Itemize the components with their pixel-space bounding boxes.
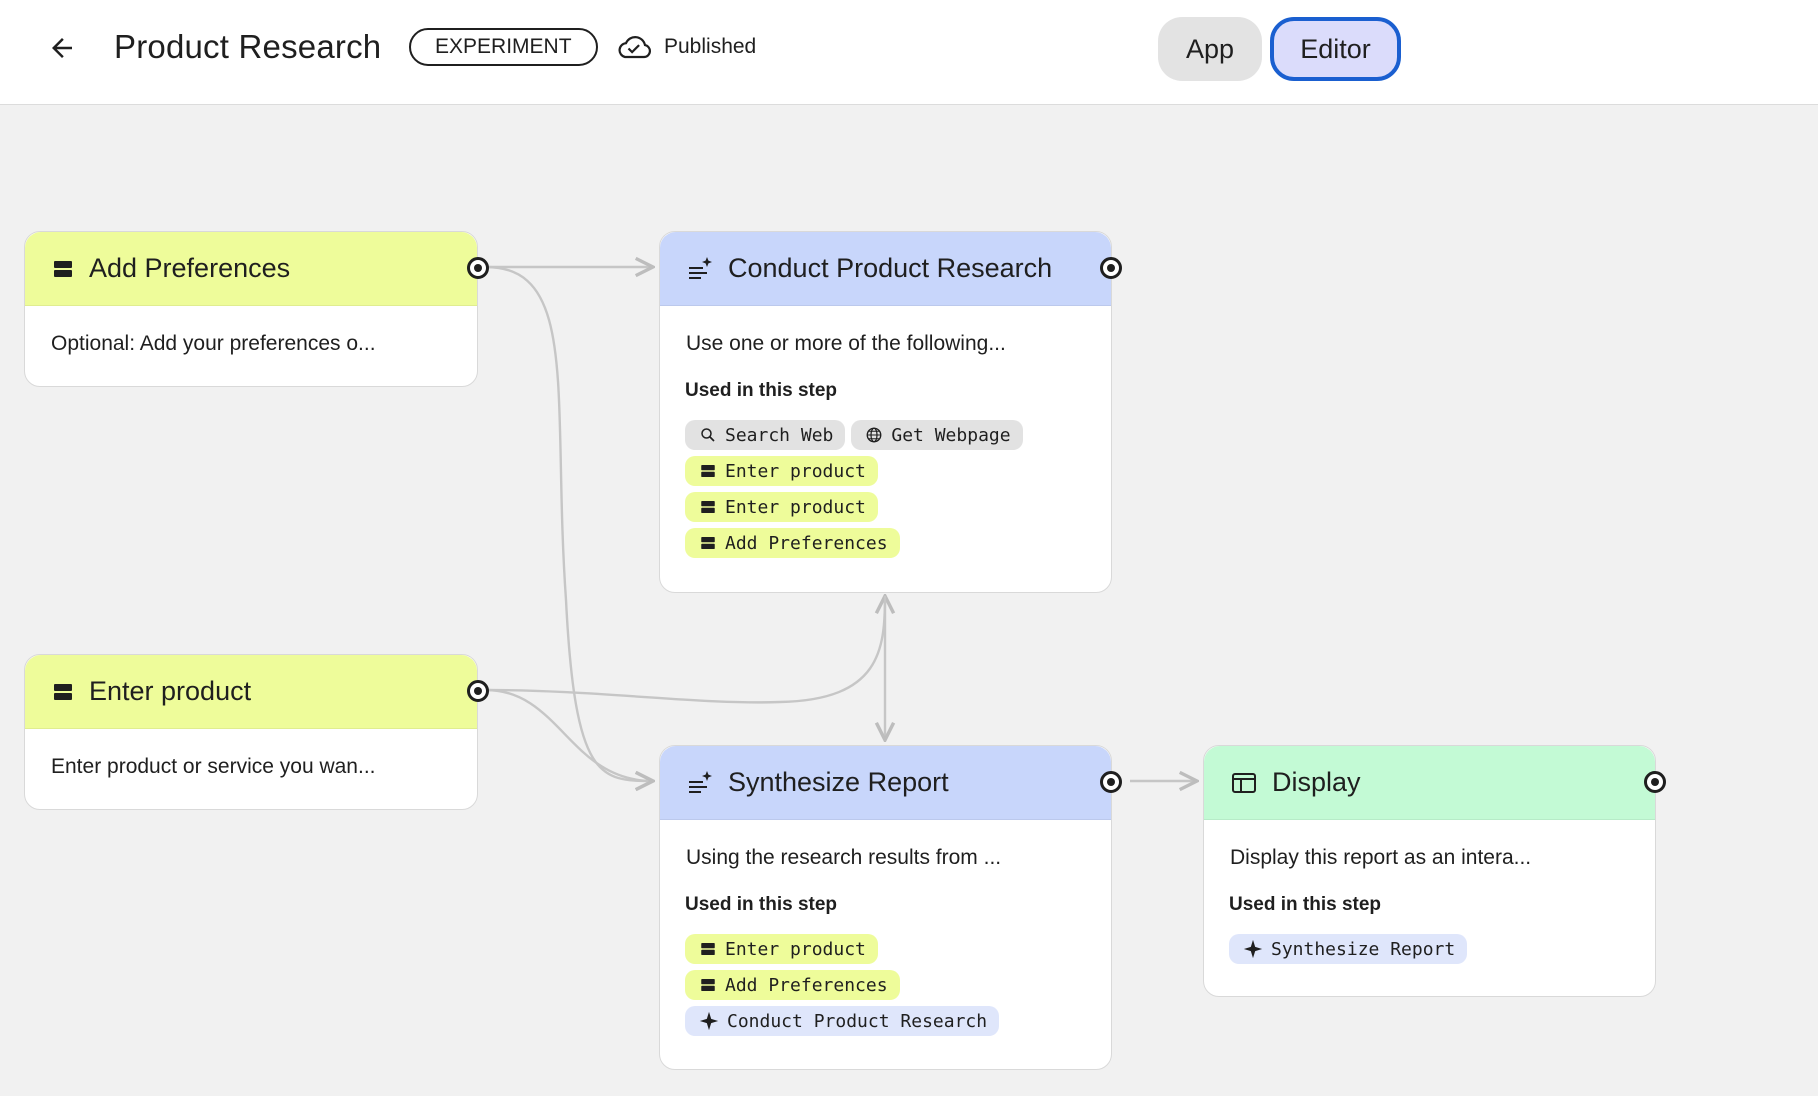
node-header: Add Preferences [25, 232, 477, 306]
arrow-back-icon [52, 38, 72, 58]
input-form-icon [701, 979, 715, 991]
chip-list: Search Web Get Webpage Enter product Ent… [660, 402, 1111, 558]
globe-icon [866, 427, 882, 443]
node-header: Conduct Product Research [660, 232, 1111, 306]
sparkle-icon [1243, 939, 1263, 959]
search-icon [701, 428, 715, 442]
node-description: Optional: Add your preferences o... [51, 332, 376, 355]
node-header: Display [1204, 746, 1655, 820]
chip-list: Enter product Add Preferences Conduct Pr… [660, 916, 1111, 1036]
input-form-icon [51, 680, 75, 704]
ai-text-icon [686, 769, 714, 797]
node-title: Synthesize Report [728, 767, 949, 797]
input-form-icon [51, 257, 75, 281]
input-form-icon [701, 537, 715, 549]
chip-add-preferences[interactable]: Add Preferences [685, 528, 900, 558]
output-port[interactable] [467, 257, 489, 279]
ai-text-icon [686, 255, 714, 283]
status-label: Published [664, 35, 757, 58]
input-form-icon [701, 501, 715, 513]
node-header: Enter product [25, 655, 477, 729]
chip-conduct-product-research[interactable]: Conduct Product Research [685, 1006, 1000, 1036]
node-title: Add Preferences [89, 253, 291, 283]
publish-status: Published [616, 33, 756, 61]
wire-product-to-synthesize [485, 688, 653, 781]
input-form-icon [701, 943, 715, 955]
used-in-step-label: Used in this step [1229, 894, 1382, 915]
node-description: Enter product or service you wan... [51, 755, 376, 778]
used-in-step-label: Used in this step [685, 380, 838, 401]
node-conduct-product-research[interactable]: Conduct Product Research Use one or more… [659, 231, 1122, 593]
chip-search-web[interactable]: Search Web [685, 420, 846, 450]
node-description: Using the research results from ... [686, 846, 1002, 869]
output-port[interactable] [1100, 257, 1122, 279]
chip-enter-product[interactable]: Enter product [685, 456, 878, 486]
used-in-step-label: Used in this step [685, 894, 838, 915]
experiment-badge: EXPERIMENT [409, 28, 598, 66]
node-header: Synthesize Report [660, 746, 1111, 820]
input-form-icon [701, 465, 715, 477]
node-add-preferences[interactable]: Add Preferences Optional: Add your prefe… [24, 231, 489, 387]
wire-product-to-research [485, 596, 885, 704]
sparkle-icon [699, 1011, 719, 1031]
node-synthesize-report[interactable]: Synthesize Report Using the research res… [659, 745, 1122, 1070]
node-description: Display this report as an intera... [1230, 846, 1532, 869]
cloud-done-icon [618, 36, 651, 59]
page-title: Product Research [114, 28, 382, 65]
output-port[interactable] [1644, 771, 1666, 793]
output-port[interactable] [1100, 771, 1122, 793]
wire-preferences-to-synthesize [485, 265, 653, 781]
top-bar: Product Research EXPERIMENT Published Ap… [0, 0, 1818, 105]
back-button[interactable] [42, 28, 82, 68]
editor-mode-button[interactable]: Editor [1270, 17, 1401, 81]
output-port[interactable] [467, 680, 489, 702]
chip-get-webpage[interactable]: Get Webpage [851, 420, 1023, 450]
node-description: Use one or more of the following... [686, 332, 1006, 355]
node-title: Enter product [89, 676, 252, 706]
chip-list: Synthesize Report [1204, 916, 1655, 964]
node-title: Conduct Product Research [728, 253, 1053, 283]
app-mode-button[interactable]: App [1158, 17, 1262, 81]
node-enter-product[interactable]: Enter product Enter product or service y… [24, 654, 489, 810]
chip-add-preferences[interactable]: Add Preferences [685, 970, 900, 1000]
node-display[interactable]: Display Display this report as an intera… [1203, 745, 1666, 997]
chip-enter-product[interactable]: Enter product [685, 492, 878, 522]
node-title: Display [1272, 767, 1361, 797]
chip-enter-product[interactable]: Enter product [685, 934, 878, 964]
chip-synthesize-report[interactable]: Synthesize Report [1229, 934, 1468, 964]
web-display-icon [1230, 769, 1258, 797]
